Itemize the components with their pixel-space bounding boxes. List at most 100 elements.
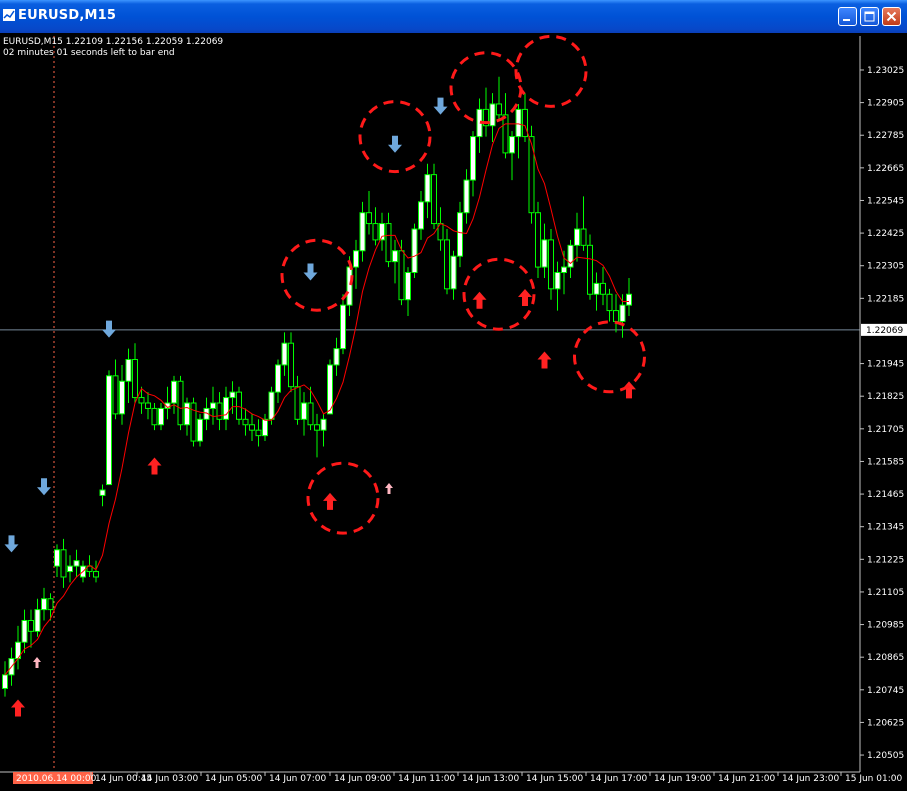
candle-body	[509, 136, 515, 154]
time-tick-label: 14 Jun 21:00	[718, 774, 775, 784]
candle-body	[151, 407, 158, 426]
candle-body	[522, 108, 528, 138]
time-tick-label: 14 Jun 13:00	[462, 774, 519, 784]
time-tick-label: 14 Jun 19:00	[654, 774, 711, 784]
candle-body	[28, 619, 34, 632]
highlight-circle	[573, 320, 646, 394]
price-tick-label: 1.21465	[867, 490, 904, 500]
price-tick-label: 1.21705	[867, 425, 904, 435]
up-arrow-shape	[323, 492, 337, 510]
candle-body	[171, 380, 177, 404]
down-arrow-shape	[388, 135, 402, 153]
candle-body	[236, 391, 242, 420]
candle-body	[125, 359, 132, 382]
down-arrow-shape	[37, 478, 51, 496]
candle-body	[73, 560, 80, 567]
candle-body	[301, 402, 307, 420]
candle-body	[470, 136, 476, 181]
pale-up-arrow-icon	[33, 657, 41, 668]
candle-body	[138, 397, 145, 404]
candle-body	[606, 293, 613, 312]
time-tick-label: 14 Jun 05:00	[205, 774, 262, 784]
price-tick-label: 1.22305	[867, 262, 904, 272]
candle-body	[502, 114, 509, 154]
time-tick-label: 14 Jun 09:00	[334, 774, 391, 784]
highlight-circle	[280, 238, 354, 312]
candle-body	[47, 598, 54, 611]
candle-body	[229, 391, 236, 399]
time-tick-label: 14 Jun 17:00	[590, 774, 647, 784]
down-arrow-shape	[4, 535, 19, 553]
candle-body	[132, 359, 138, 399]
price-tick-label: 1.21585	[867, 457, 904, 467]
candle-body	[41, 598, 47, 611]
candle-body	[333, 348, 340, 366]
chart-window: EURUSD,M15 1.23025 1.22905 1.22785 1.22665 1…	[0, 0, 907, 791]
candle-body	[587, 244, 593, 295]
down-arrow-shape	[102, 320, 116, 338]
time-tick-label: 14 Jun 11:00	[398, 774, 455, 784]
time-tick-label: 14 Jun 07:00	[269, 774, 326, 784]
price-tick-label: 1.22545	[867, 196, 904, 206]
candle-body	[119, 380, 125, 415]
price-tick-label: 1.21225	[867, 555, 904, 565]
candle-body	[320, 418, 327, 431]
up-arrow-shape	[11, 699, 25, 717]
price-tick-label: 1.22425	[867, 229, 904, 239]
candle-body	[216, 402, 223, 420]
up-arrow-icon	[472, 291, 487, 309]
up-arrow-icon	[323, 492, 337, 510]
price-tick-label: 1.21945	[867, 360, 904, 370]
down-arrow-icon	[4, 535, 19, 553]
down-arrow-shape	[433, 97, 448, 115]
price-tick-label: 1.20985	[867, 621, 904, 631]
price-tick-label: 1.20865	[867, 653, 904, 663]
candle-body	[418, 201, 424, 230]
down-arrow-icon	[303, 263, 318, 281]
candle-body	[112, 375, 119, 415]
down-arrow-icon	[433, 97, 448, 115]
candle-body	[2, 674, 8, 689]
price-tick-label: 1.22905	[867, 99, 904, 109]
candle-body	[561, 266, 567, 274]
candle-body	[463, 179, 470, 214]
up-arrow-shape	[537, 351, 552, 369]
candle-body	[93, 571, 99, 578]
price-tick-label: 1.20625	[867, 718, 904, 728]
candle-body	[385, 223, 392, 263]
time-tick-label: 15 Jun 01:00	[845, 774, 902, 784]
candle-body	[281, 342, 288, 366]
candle-body	[411, 228, 418, 274]
candle-body	[99, 489, 106, 496]
candle-body	[184, 402, 190, 426]
price-tick-label: 1.20745	[867, 686, 904, 696]
candle-body	[60, 549, 67, 578]
candle-body	[619, 304, 626, 322]
candle-body	[405, 272, 411, 301]
candle-body	[255, 429, 262, 437]
candle-body	[275, 364, 281, 393]
candle-body	[626, 293, 632, 306]
candle-body	[580, 228, 587, 246]
price-chart[interactable]: 1.23025 1.22905 1.22785 1.22665 1.22545 1.224…	[0, 0, 907, 791]
candle-body	[515, 108, 522, 138]
candle-body	[158, 407, 164, 426]
pale-up-arrow-shape	[33, 657, 41, 668]
time-tick-label: 14 Jun 15:00	[526, 774, 583, 784]
down-arrow-icon	[388, 135, 402, 153]
pale-up-arrow-shape	[385, 483, 393, 494]
candle-body	[366, 212, 372, 225]
candle-body	[457, 212, 463, 257]
price-tick-label: 1.20505	[867, 751, 904, 761]
up-arrow-icon	[518, 288, 532, 306]
down-arrow-icon	[37, 478, 51, 496]
candle-body	[21, 619, 28, 643]
down-arrow-shape	[303, 263, 318, 281]
candle-body	[574, 228, 580, 246]
price-tick-label: 1.22665	[867, 164, 904, 174]
candle-body	[450, 255, 457, 290]
candle-body	[262, 418, 268, 437]
candle-body	[106, 375, 112, 486]
price-tick-label: 1.22185	[867, 294, 904, 304]
highlight-circle	[306, 461, 380, 535]
